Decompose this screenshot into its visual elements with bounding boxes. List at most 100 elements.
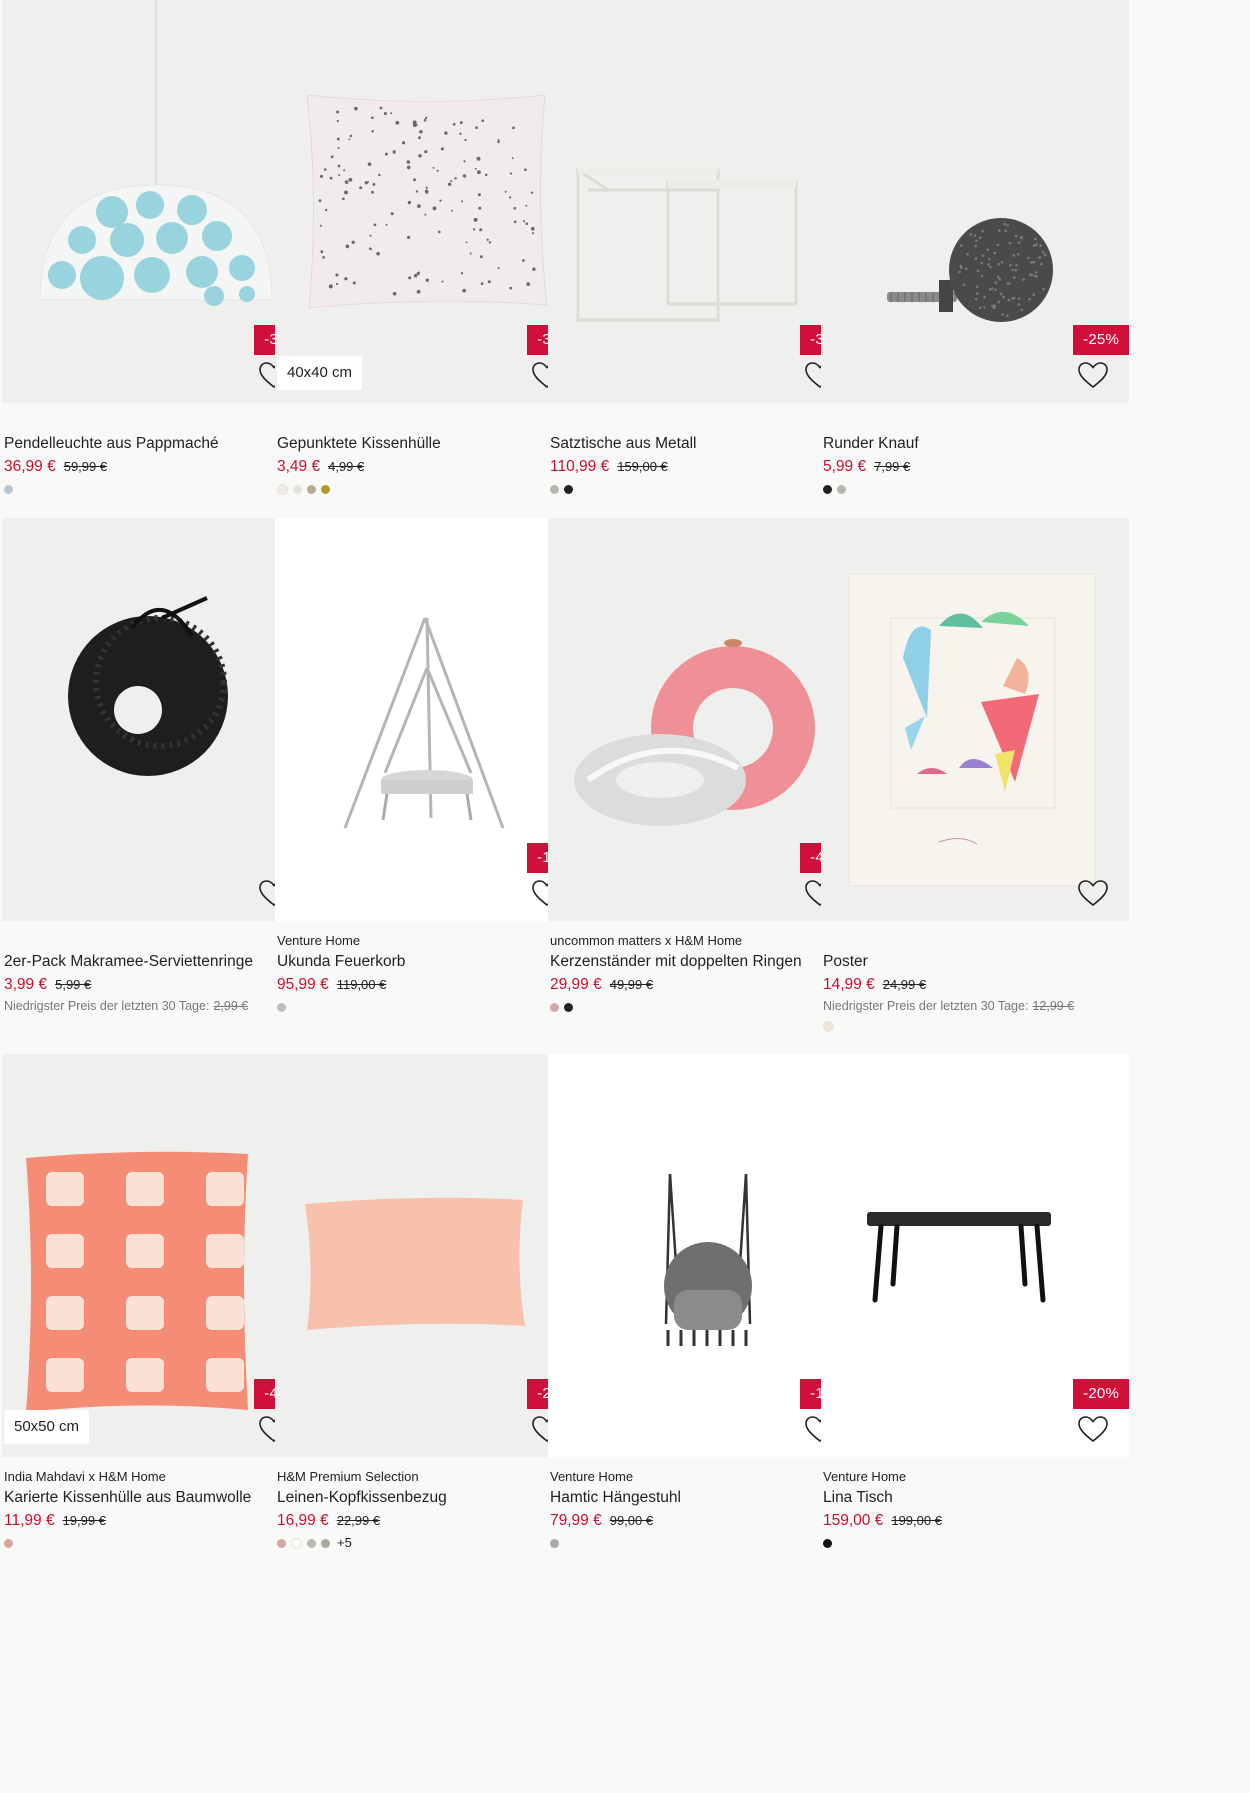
price-row: 3,99 € 5,99 € — [4, 975, 308, 995]
product-card[interactable]: -19% Venture Home Hamtic Hängestuhl 79,99 €… — [548, 1054, 856, 1548]
product-image[interactable]: -38% — [2, 0, 310, 403]
price-row: 36,99 € 59,99 € — [4, 457, 308, 477]
product-name[interactable]: Karierte Kissenhülle aus Baumwolle — [4, 1488, 308, 1508]
color-swatch[interactable] — [823, 484, 832, 494]
product-card[interactable]: -30%40x40 cm Gepunktete Kissenhülle 3,49 €… — [275, 0, 583, 495]
product-image[interactable]: -30% — [548, 0, 856, 403]
product-card[interactable]: -30% Satztische aus Metall 110,99 € 159,00 … — [548, 0, 856, 494]
more-colors-count[interactable]: +5 — [337, 1536, 352, 1549]
color-swatch[interactable] — [321, 484, 330, 494]
product-name[interactable]: Leinen-Kopfkissenbezug — [277, 1488, 581, 1508]
lowest-price-label: Niedrigster Preis der letzten 30 Tage: — [823, 999, 1029, 1013]
product-card[interactable]: -26% H&M Premium Selection Leinen-Kopfkiss… — [275, 1054, 583, 1549]
product-name[interactable]: Ukunda Feuerkorb — [277, 952, 581, 972]
favorite-heart-icon[interactable] — [1077, 878, 1109, 908]
color-swatch[interactable] — [277, 1002, 286, 1012]
lowest-price-value: 2,99 € — [213, 999, 249, 1013]
original-price: 7,99 € — [874, 459, 911, 474]
color-swatch[interactable] — [837, 484, 846, 494]
product-card[interactable]: -25% Runder Knauf 5,99 € 7,99 € — [821, 0, 1129, 494]
product-image[interactable]: -19% — [548, 1054, 856, 1457]
original-price: 199,00 € — [891, 1513, 942, 1528]
sale-price: 95,99 € — [277, 976, 329, 993]
product-image[interactable]: -40%50x50 cm — [2, 1054, 310, 1457]
product-name[interactable]: 2er-Pack Makramee-Serviettenringe — [4, 952, 308, 972]
price-row: 110,99 € 159,00 € — [550, 457, 854, 477]
product-info: uncommon matters x H&M Home Kerzenständer… — [548, 933, 856, 1012]
color-swatch[interactable] — [277, 1538, 286, 1548]
product-info: Venture Home Ukunda Feuerkorb 95,99 € 119,0… — [275, 933, 583, 1012]
color-swatch[interactable] — [277, 483, 288, 495]
product-name[interactable]: Kerzenständer mit doppelten Ringen — [550, 952, 854, 972]
color-swatch[interactable] — [291, 1537, 302, 1549]
color-swatch[interactable] — [307, 1538, 316, 1548]
sale-price: 36,99 € — [4, 458, 56, 475]
product-name[interactable]: Gepunktete Kissenhülle — [277, 434, 581, 454]
product-card[interactable]: -38% Pendelleuchte aus Pappmaché 36,99 € 59… — [2, 0, 310, 494]
product-brand[interactable]: uncommon matters x H&M Home — [550, 933, 854, 948]
favorite-heart-icon[interactable] — [1077, 1414, 1109, 1444]
color-swatches — [4, 484, 308, 494]
product-brand[interactable]: Venture Home — [550, 1469, 854, 1484]
color-swatch[interactable] — [550, 1002, 559, 1012]
color-swatch[interactable] — [564, 1002, 573, 1012]
sale-price: 3,99 € — [4, 976, 48, 993]
product-info: Venture Home Hamtic Hängestuhl 79,99 € 99,0… — [548, 1469, 856, 1548]
color-swatch[interactable] — [550, 484, 559, 494]
sale-price: 79,99 € — [550, 1512, 602, 1529]
product-brand[interactable]: H&M Premium Selection — [277, 1469, 581, 1484]
price-row: 11,99 € 19,99 € — [4, 1511, 308, 1531]
product-image[interactable]: -30%40x40 cm — [275, 0, 583, 403]
sale-price: 5,99 € — [823, 458, 867, 475]
color-swatches — [277, 1002, 581, 1012]
color-swatch[interactable] — [4, 484, 13, 494]
product-card[interactable]: -40%50x50 cm India Mahdavi x H&M Home Kari… — [2, 1054, 310, 1548]
size-tag: 40x40 cm — [277, 356, 363, 390]
product-name[interactable]: Lina Tisch — [823, 1488, 1127, 1508]
product-brand[interactable]: Venture Home — [823, 1469, 1127, 1484]
product-info: Poster 14,99 € 24,99 € Niedrigster Preis de… — [821, 952, 1129, 1032]
product-name[interactable]: Poster — [823, 952, 1127, 972]
color-swatch[interactable] — [293, 484, 302, 494]
original-price: 22,99 € — [336, 1513, 381, 1528]
product-card[interactable]: -40% uncommon matters x H&M Home Kerzenstä… — [548, 518, 856, 1012]
product-image[interactable] — [821, 518, 1129, 921]
price-row: 3,49 € 4,99 € — [277, 457, 581, 477]
original-price: 5,99 € — [55, 977, 92, 992]
color-swatch[interactable] — [307, 484, 316, 494]
product-name[interactable]: Hamtic Hängestuhl — [550, 1488, 854, 1508]
product-name[interactable]: Satztische aus Metall — [550, 434, 854, 454]
product-card[interactable]: Poster 14,99 € 24,99 € Niedrigster Preis de… — [821, 518, 1129, 1032]
product-image[interactable]: -40% — [548, 518, 856, 921]
product-name[interactable]: Runder Knauf — [823, 434, 1127, 454]
product-info: Satztische aus Metall 110,99 € 159,00 € — [548, 434, 856, 494]
color-swatch[interactable] — [4, 1538, 13, 1548]
color-swatch[interactable] — [550, 1538, 559, 1548]
color-swatch[interactable] — [823, 1020, 834, 1032]
color-swatch[interactable] — [564, 484, 573, 494]
product-image[interactable]: -19% — [275, 518, 583, 921]
product-info: Pendelleuchte aus Pappmaché 36,99 € 59,99 … — [2, 434, 310, 494]
original-price: 99,00 € — [609, 1513, 654, 1528]
product-brand[interactable]: Venture Home — [277, 933, 581, 948]
original-price: 159,00 € — [617, 459, 668, 474]
product-name[interactable]: Pendelleuchte aus Pappmaché — [4, 434, 308, 454]
product-card[interactable]: 2er-Pack Makramee-Serviettenringe 3,99 € 5… — [2, 518, 310, 1031]
product-card[interactable]: -20% Venture Home Lina Tisch 159,00 € 199,00… — [821, 1054, 1129, 1548]
product-image[interactable] — [2, 518, 310, 921]
color-swatches — [4, 1021, 308, 1031]
size-tag: 50x50 cm — [4, 1410, 90, 1444]
price-row: 95,99 € 119,00 € — [277, 975, 581, 995]
product-image[interactable]: -25% — [821, 0, 1129, 403]
discount-badge: -20% — [1073, 1379, 1129, 1409]
product-card[interactable]: -19% Venture Home Ukunda Feuerkorb 95,99 € 1… — [275, 518, 583, 1012]
product-brand[interactable]: India Mahdavi x H&M Home — [4, 1469, 308, 1484]
color-swatch[interactable] — [823, 1538, 832, 1548]
color-swatch[interactable] — [321, 1538, 330, 1548]
product-image[interactable]: -20% — [821, 1054, 1129, 1457]
lowest-price-value: 12,99 € — [1032, 999, 1075, 1013]
color-swatches — [823, 484, 1127, 494]
favorite-heart-icon[interactable] — [1077, 360, 1109, 390]
original-price: 119,00 € — [336, 977, 387, 992]
product-image[interactable]: -26% — [275, 1054, 583, 1457]
